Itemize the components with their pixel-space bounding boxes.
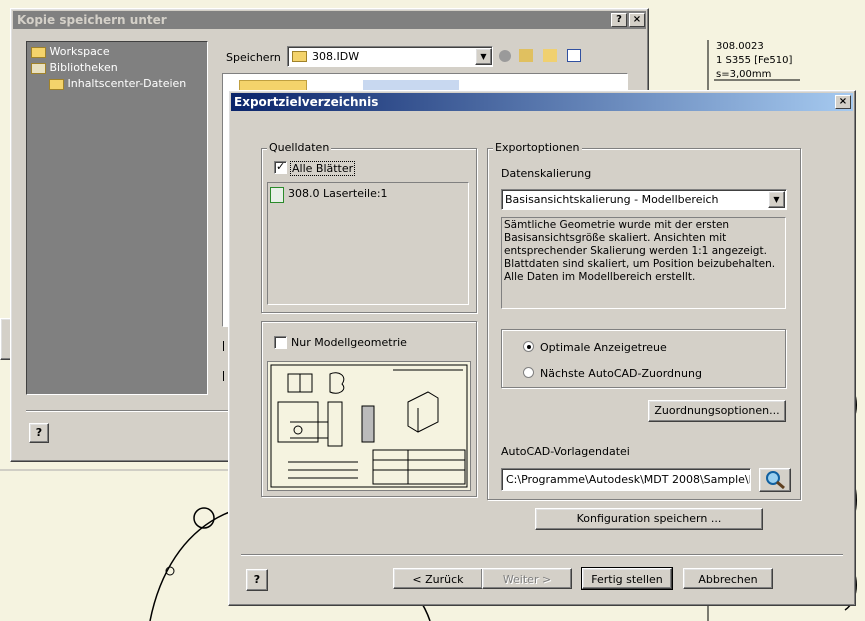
checkmark-icon: ✓ [276, 160, 286, 173]
save-configuration-button[interactable]: Konfiguration speichern ... [535, 508, 763, 530]
save-dialog-title: Kopie speichern unter [17, 13, 167, 27]
export-dialog: Exportzielverzeichnis × Quelldaten ✓ All… [228, 90, 856, 606]
export-options-group-label: Exportoptionen [493, 141, 582, 154]
export-dialog-close-button[interactable]: × [835, 95, 851, 109]
template-path-value: C:\Programme\Autodesk\MDT 2008\Sample\Bl… [506, 473, 750, 486]
back-button[interactable]: < Zurück [393, 568, 483, 589]
new-folder-icon[interactable] [543, 49, 557, 62]
folder-icon [292, 51, 307, 62]
cancel-button[interactable]: Abbrechen [683, 568, 773, 589]
chevron-down-icon[interactable]: ▼ [768, 191, 785, 208]
part-number-text: 308.0023 [716, 41, 764, 52]
library-icon [31, 62, 46, 74]
scaling-label: Datenskalierung [501, 167, 592, 180]
nearest-autocad-label[interactable]: Nächste AutoCAD-Zuordnung [540, 367, 702, 380]
browse-button[interactable] [759, 468, 791, 492]
mapping-options-button[interactable]: Zuordnungsoptionen... [648, 400, 786, 422]
thickness-text: s=3,00mm [716, 69, 772, 80]
folder-icon [49, 78, 64, 90]
places-pane: Workspace Bibliotheken Inhaltscenter-Dat… [26, 41, 208, 395]
magnifier-icon [766, 471, 785, 490]
drawing-preview-image [270, 364, 468, 488]
save-dialog-close-button[interactable]: × [629, 13, 645, 27]
drawing-preview [267, 361, 471, 491]
scaling-description: Sämtliche Geometrie wurde mit der ersten… [501, 217, 786, 309]
view-menu-icon[interactable] [567, 49, 581, 62]
template-path-input[interactable]: C:\Programme\Autodesk\MDT 2008\Sample\Bl… [501, 468, 751, 491]
all-sheets-checkbox[interactable]: ✓ [274, 160, 287, 174]
save-in-label: Speichern [226, 51, 281, 64]
material-text: 1 S355 [Fe510] [716, 55, 793, 66]
tree-item-content-center[interactable]: Inhaltscenter-Dateien [49, 77, 186, 90]
sheet-list[interactable]: 308.0 Laserteile:1 [267, 182, 469, 305]
footer-divider [241, 554, 843, 556]
export-dialog-titlebar[interactable]: Exportzielverzeichnis × [231, 93, 853, 111]
help-button[interactable]: ? [246, 569, 268, 591]
export-dialog-title: Exportzielverzeichnis [234, 95, 379, 109]
model-geometry-label[interactable]: Nur Modellgeometrie [291, 336, 407, 349]
nearest-autocad-radio[interactable] [523, 367, 534, 378]
chevron-down-icon[interactable]: ▼ [475, 48, 492, 65]
scaling-dropdown[interactable]: Basisansichtskalierung - Modellbereich ▼ [501, 189, 787, 210]
sheet-item[interactable]: 308.0 Laserteile:1 [288, 187, 388, 200]
optimal-display-radio[interactable] [523, 341, 534, 352]
tree-item-workspace[interactable]: Workspace [31, 45, 110, 58]
save-in-value: 308.IDW [312, 50, 360, 63]
save-in-dropdown[interactable]: 308.IDW ▼ [287, 46, 493, 67]
finish-button[interactable]: Fertig stellen [581, 567, 673, 590]
source-data-group-label: Quelldaten [267, 141, 332, 154]
sheet-icon [270, 187, 284, 203]
save-dialog-help-icon[interactable]: ? [29, 423, 49, 443]
tree-item-libraries[interactable]: Bibliotheken [31, 61, 118, 74]
save-dialog-titlebar[interactable]: Kopie speichern unter ? × [13, 11, 646, 29]
up-folder-icon[interactable] [519, 49, 533, 62]
optimal-display-label[interactable]: Optimale Anzeigetreue [540, 341, 667, 354]
radio-dot [527, 345, 531, 349]
template-label: AutoCAD-Vorlagendatei [501, 445, 630, 458]
all-sheets-label[interactable]: Alle Blätter [290, 161, 356, 176]
back-nav-icon[interactable] [499, 50, 511, 62]
folder-icon [31, 46, 46, 58]
scaling-value: Basisansichtskalierung - Modellbereich [505, 193, 719, 206]
save-dialog-help-button[interactable]: ? [611, 13, 627, 27]
model-geometry-checkbox[interactable] [274, 336, 287, 349]
next-button[interactable]: Weiter > [482, 568, 572, 589]
